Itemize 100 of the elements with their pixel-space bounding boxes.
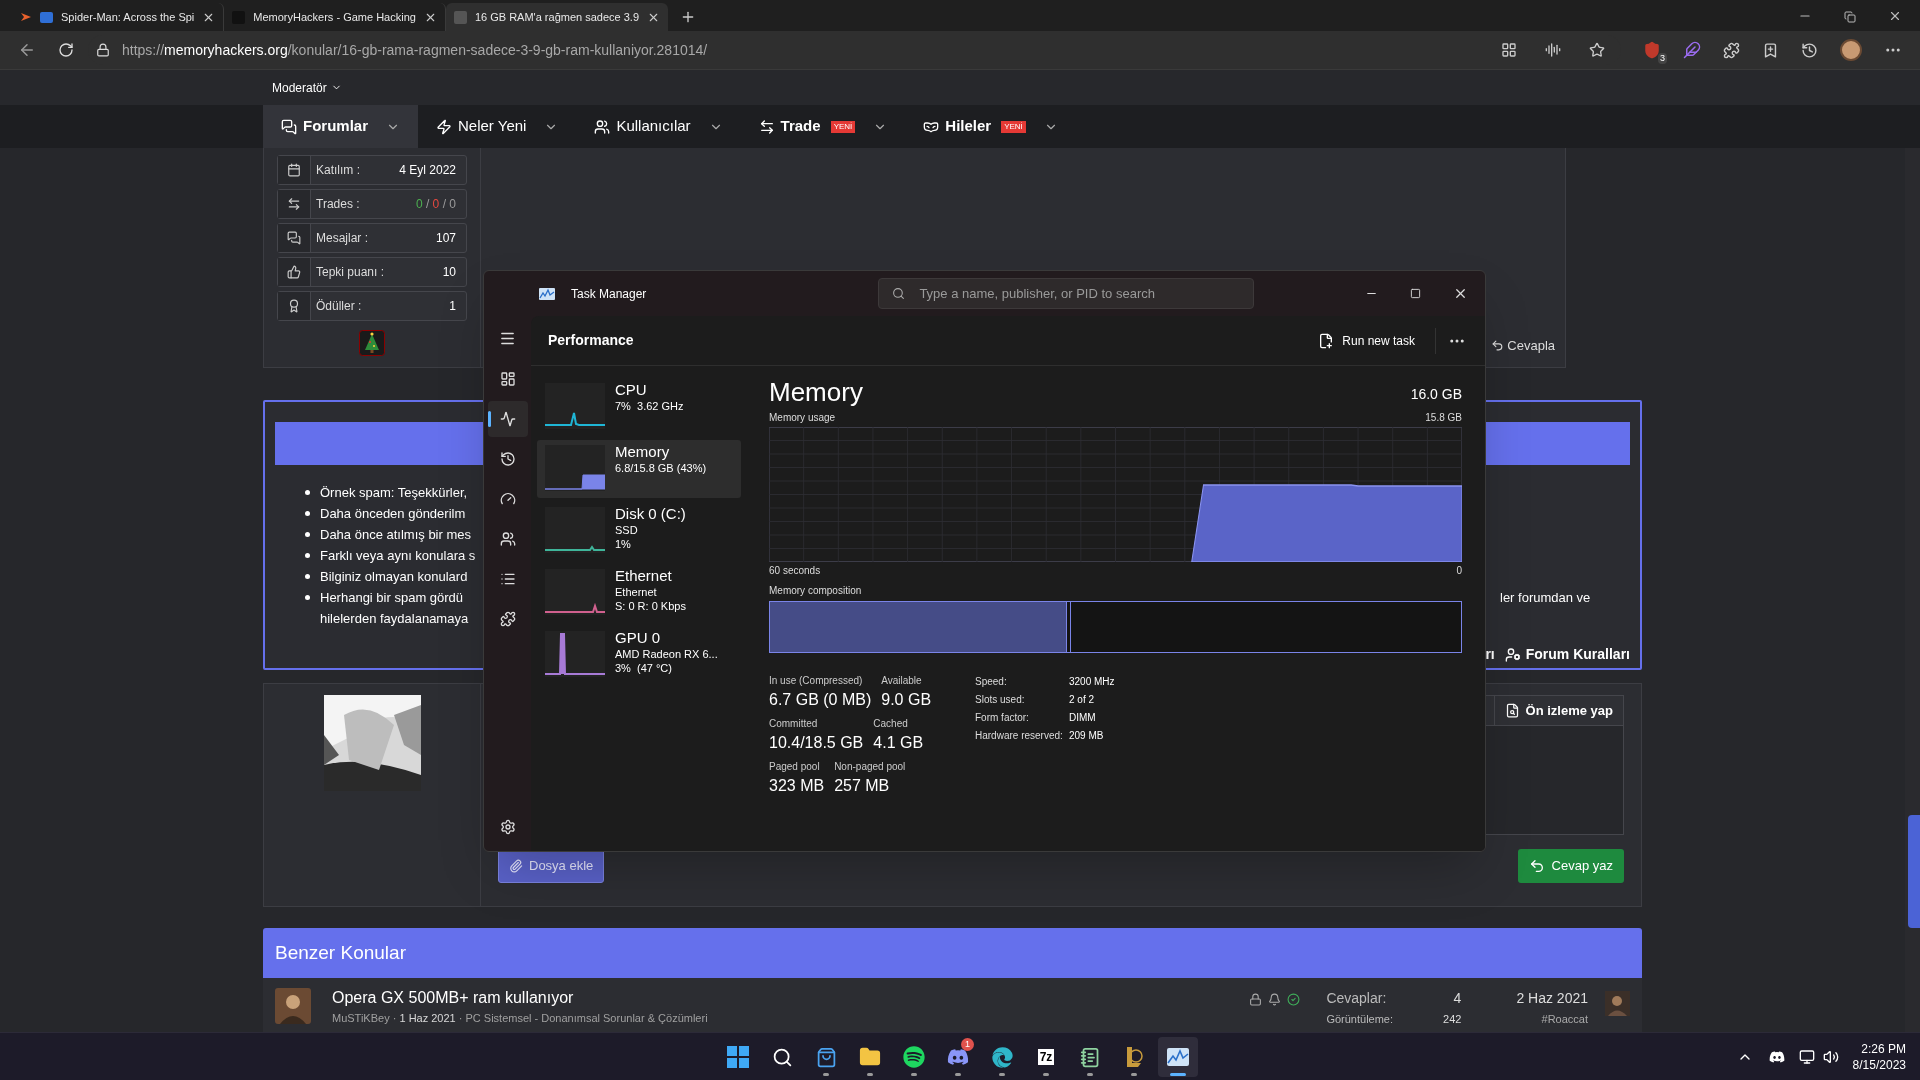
taskbar-button[interactable]: 1 bbox=[938, 1037, 978, 1077]
nav-tab[interactable]: Kullanıcılar bbox=[576, 105, 741, 148]
reply-link[interactable]: Cevapla bbox=[1491, 335, 1555, 355]
new-badge: YENİ bbox=[1001, 120, 1026, 133]
section-title: Benzer Konular bbox=[275, 940, 406, 965]
bullet-icon bbox=[305, 553, 310, 558]
nav-tab[interactable]: Neler Yeni bbox=[418, 105, 577, 148]
reload-icon[interactable] bbox=[58, 42, 74, 58]
rule-text: ler forumdan ve bbox=[1500, 589, 1592, 607]
rule-text: Daha önce atılmış bir mes bbox=[320, 525, 471, 544]
history-icon[interactable] bbox=[1801, 41, 1818, 59]
browser-tab[interactable]: 16 GB RAM'a rağmen sadece 3.9 bbox=[445, 3, 669, 31]
stat-value: 9.0 GB bbox=[881, 690, 932, 710]
notepad-icon bbox=[1079, 1046, 1101, 1068]
spec-label: Hardware reserved: bbox=[975, 729, 1064, 743]
resource-detail: 6.8/15.8 GB (43%) bbox=[615, 461, 707, 475]
maximize-icon[interactable] bbox=[1410, 288, 1421, 299]
startup-icon bbox=[499, 491, 516, 507]
close-icon[interactable] bbox=[1453, 286, 1468, 301]
spec-label: Slots used: bbox=[975, 693, 1026, 707]
search-icon bbox=[771, 1046, 793, 1068]
run-new-task-button[interactable]: Run new task bbox=[1310, 324, 1423, 357]
profile-avatar[interactable] bbox=[1840, 39, 1862, 61]
bullet-icon bbox=[305, 532, 310, 537]
clock-date[interactable]: 8/15/2023 bbox=[1852, 1056, 1906, 1073]
spec-label: Form factor: bbox=[975, 711, 1030, 725]
spec-value: 3200 MHz bbox=[1069, 675, 1115, 689]
stat-icon bbox=[287, 197, 301, 211]
nav-tab[interactable]: Forumlar bbox=[263, 105, 418, 148]
bell-icon bbox=[1268, 993, 1282, 1006]
search-icon bbox=[892, 287, 906, 300]
stat-icon bbox=[287, 265, 301, 279]
back-icon[interactable] bbox=[18, 41, 36, 59]
link-fragment[interactable]: rı bbox=[1485, 644, 1495, 665]
stat-label: Katılım : bbox=[316, 162, 361, 179]
spec-value: 209 MB bbox=[1069, 729, 1104, 743]
shield-extension-icon[interactable] bbox=[1643, 41, 1661, 59]
resource-name: GPU 0 bbox=[615, 629, 661, 647]
resource-name: Disk 0 (C:) bbox=[615, 505, 686, 523]
nav-tab[interactable]: Trade YENİ bbox=[740, 105, 906, 148]
rule-text: Daha önceden gönderilm bbox=[320, 504, 466, 523]
app-grid-icon[interactable] bbox=[1501, 42, 1517, 58]
stat-value: 107 bbox=[435, 230, 456, 247]
resource-detail: 7% 3.62 GHz bbox=[615, 399, 684, 413]
sparkline-graph bbox=[545, 569, 605, 615]
settings-icon[interactable] bbox=[499, 819, 516, 835]
restore-icon[interactable] bbox=[1844, 11, 1856, 23]
lock-icon bbox=[96, 43, 110, 57]
sparkline-graph bbox=[545, 507, 605, 553]
christmas-tree-icon bbox=[359, 330, 385, 356]
stat-value: 0 / 0 / 0 bbox=[415, 196, 456, 213]
tab-favicon-icon bbox=[20, 11, 32, 23]
thread-meta: MuSTiKBey · 1 Haz 2021 · PC Sistemsel - Donanımsal Sorunlar & Çözümleri bbox=[332, 1011, 708, 1026]
post-reply-button[interactable]: Cevap yaz bbox=[1517, 849, 1624, 883]
game-logo-icon bbox=[1124, 1046, 1144, 1068]
user-rules-icon bbox=[1504, 646, 1521, 663]
menu-icon[interactable] bbox=[499, 330, 516, 347]
search-field[interactable]: Type a name, publisher, or PID to search bbox=[878, 278, 1255, 309]
network-icon[interactable] bbox=[1798, 1048, 1815, 1065]
preview-button[interactable]: Ön izleme yap bbox=[1493, 696, 1623, 725]
favorite-star-icon[interactable] bbox=[1589, 42, 1605, 58]
chart-label: Memory composition bbox=[769, 584, 863, 598]
favorites-icon[interactable] bbox=[1762, 41, 1779, 59]
spotify-icon bbox=[903, 1046, 925, 1068]
scrollbar-thumb[interactable] bbox=[1908, 815, 1920, 928]
resource-item[interactable]: Disk 0 (C:) SSD 1% bbox=[537, 502, 741, 560]
rule-text: Bilginiz olmayan konulard bbox=[320, 567, 468, 586]
sparkline-graph bbox=[545, 445, 605, 491]
rule-text: Örnek spam: Teşekkürler, bbox=[320, 483, 468, 502]
sparkline-graph bbox=[545, 631, 605, 677]
edge-icon bbox=[991, 1046, 1013, 1068]
resource-item[interactable]: Memory 6.8/15.8 GB (43%) bbox=[537, 440, 741, 498]
tab-title: 16 GB RAM'a rağmen sadece 3.9 bbox=[474, 9, 640, 25]
stat-label: In use (Compressed) bbox=[769, 674, 864, 688]
preview-icon bbox=[1504, 703, 1520, 718]
chart-label: Memory usage bbox=[769, 411, 836, 425]
rule-text: Herhangi bir spam gördü bbox=[320, 588, 464, 607]
taskbar-button[interactable]: 7z bbox=[1026, 1037, 1066, 1077]
rule-text: hilelerden faydalanamaya bbox=[320, 609, 469, 628]
history-icon bbox=[499, 451, 516, 467]
close-icon[interactable] bbox=[1888, 9, 1902, 23]
thread-title[interactable]: Opera GX 500MB+ ram kullanıyor bbox=[332, 988, 708, 1007]
thread-row[interactable]: Opera GX 500MB+ ram kullanıyor MuSTiKBey · 1 Haz 2021 · PC Sistemsel - Donanımsal Sorunlar & Çözümleri Cevaplar: 4 Görüntüleme: 242 2 Haz 2021 #Roaccat bbox=[263, 978, 1642, 1032]
extensions-icon[interactable] bbox=[1723, 41, 1740, 59]
rail-tab[interactable] bbox=[487, 401, 528, 437]
page-title: Performance bbox=[548, 331, 634, 350]
feather-extension-icon[interactable] bbox=[1683, 41, 1701, 59]
nav-tab[interactable]: Hileler YENİ bbox=[905, 105, 1076, 148]
taskbar-button[interactable] bbox=[1158, 1037, 1198, 1077]
volume-icon[interactable] bbox=[1822, 1048, 1839, 1065]
clock-time[interactable]: 2:26 PM bbox=[1861, 1040, 1906, 1057]
forum-rules-link[interactable]: Forum Kuralları bbox=[1504, 644, 1630, 665]
resource-item[interactable]: GPU 0 AMD Radeon RX 6... 3% (47 °C) bbox=[537, 626, 741, 684]
user-menu[interactable]: Moderatör bbox=[272, 78, 342, 97]
last-poster[interactable]: #Roaccat bbox=[1541, 1011, 1588, 1028]
nav-icon bbox=[594, 118, 611, 135]
read-aloud-icon[interactable] bbox=[1545, 42, 1561, 58]
discord-icon[interactable] bbox=[1768, 1048, 1785, 1065]
resource-item[interactable]: CPU 7% 3.62 GHz bbox=[537, 378, 741, 436]
resource-item[interactable]: Ethernet Ethernet S: 0 R: 0 Kbps bbox=[537, 564, 741, 622]
